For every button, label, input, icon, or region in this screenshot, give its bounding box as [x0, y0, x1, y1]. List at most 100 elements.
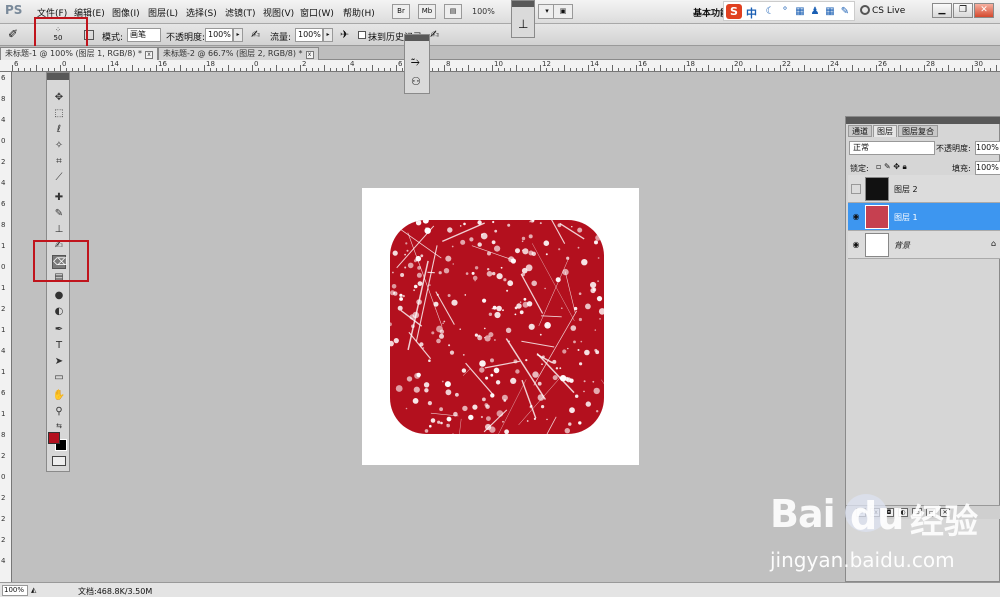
- tab-channels[interactable]: 通道: [848, 125, 872, 137]
- close-icon[interactable]: x: [145, 51, 154, 59]
- eraser-tool-icon[interactable]: ✐: [8, 27, 18, 41]
- zoom-level-field[interactable]: 100%: [2, 585, 28, 596]
- ruler-tick: [828, 65, 829, 71]
- skin-icon[interactable]: ♟: [809, 6, 821, 18]
- grunge-speck: [463, 222, 466, 226]
- tab-layer-comps[interactable]: 图层复合: [898, 125, 938, 137]
- eye-icon[interactable]: ◉: [851, 212, 861, 222]
- ruler-tick-label: 20: [734, 60, 743, 68]
- punctuation-icon[interactable]: °: [779, 6, 791, 18]
- hand-icon[interactable]: ✋: [52, 389, 66, 403]
- grunge-speck: [599, 318, 601, 320]
- wrench-icon[interactable]: ✎: [839, 6, 851, 18]
- watermark-cn: 经验: [910, 502, 978, 542]
- floating-panel-header[interactable]: [405, 35, 429, 41]
- clone-source-icon[interactable]: ⚇: [411, 75, 421, 88]
- brush-presets-icon[interactable]: ⥲: [411, 55, 420, 69]
- grunge-speck: [417, 281, 423, 286]
- menu-view[interactable]: 视图(V): [263, 6, 294, 19]
- blur-icon[interactable]: ●: [52, 289, 66, 303]
- clone-stamp-icon[interactable]: ⊥: [52, 223, 66, 237]
- menu-window[interactable]: 窗口(W): [300, 6, 334, 19]
- cs-live-button[interactable]: CS Live: [872, 6, 905, 16]
- floating-panel-header[interactable]: [512, 1, 534, 7]
- menu-grid-icon[interactable]: ▦: [824, 6, 836, 18]
- tab-document-2[interactable]: 未标题-2 @ 66.7% (图层 2, RGB/8) * x: [158, 47, 319, 60]
- fill-input[interactable]: 100%: [975, 161, 1000, 175]
- minimize-button[interactable]: ▁: [932, 3, 952, 18]
- layer-opacity-input[interactable]: 100%: [975, 141, 1000, 155]
- close-button[interactable]: ✕: [974, 3, 994, 18]
- grunge-speck: [528, 234, 533, 239]
- stamp-icon[interactable]: ⊥: [518, 17, 528, 31]
- grunge-speck: [577, 246, 580, 249]
- lock-icons[interactable]: ▫ ✎ ✥ 🔒︎: [876, 162, 907, 172]
- close-icon[interactable]: x: [305, 51, 314, 59]
- marquee-icon[interactable]: ⬚: [52, 107, 66, 121]
- menu-filter[interactable]: 滤镜(T): [225, 6, 256, 19]
- flow-arrow-icon[interactable]: ▸: [323, 28, 333, 42]
- keyboard-icon[interactable]: ▦: [794, 6, 806, 18]
- grunge-speck: [505, 327, 512, 333]
- flow-label: 流量:: [270, 33, 292, 43]
- mode-select[interactable]: 画笔: [127, 28, 161, 42]
- restore-button[interactable]: ❐: [953, 3, 973, 18]
- eye-icon[interactable]: ◉: [851, 240, 861, 250]
- opacity-input[interactable]: 100%: [205, 28, 233, 42]
- menu-layer[interactable]: 图层(L): [148, 6, 178, 19]
- airbrush-icon[interactable]: ✈: [340, 28, 349, 41]
- pressure-size-icon[interactable]: ✍: [430, 28, 439, 41]
- pressure-opacity-icon[interactable]: ✍: [251, 28, 260, 41]
- grunge-speck: [452, 433, 454, 434]
- moon-icon[interactable]: ☾: [764, 6, 776, 18]
- tab-document-1[interactable]: 未标题-1 @ 100% (图层 1, RGB/8) * x: [0, 47, 159, 60]
- healing-brush-icon[interactable]: ✚: [52, 191, 66, 205]
- crop-icon[interactable]: ⌗: [52, 155, 66, 169]
- tools-panel-header[interactable]: [47, 73, 69, 80]
- zoom-dropdown[interactable]: 100%: [472, 4, 512, 19]
- opacity-arrow-icon[interactable]: ▸: [233, 28, 243, 42]
- swap-colors-icon[interactable]: ⇆: [52, 419, 66, 433]
- grunge-speck: [519, 301, 522, 303]
- status-info-icon[interactable]: ◭: [31, 586, 36, 594]
- grunge-speck: [532, 371, 539, 378]
- zoom-icon[interactable]: ⚲: [52, 405, 66, 419]
- extras-button[interactable]: ▤: [444, 4, 462, 19]
- ruler-tick: [222, 68, 223, 71]
- type-icon[interactable]: T: [52, 339, 66, 353]
- document-canvas[interactable]: [362, 188, 639, 465]
- dodge-icon[interactable]: ◐: [52, 305, 66, 319]
- move-icon[interactable]: ✥: [52, 91, 66, 105]
- pen-icon[interactable]: ✒: [52, 323, 66, 337]
- layers-panel-header[interactable]: [846, 117, 1000, 124]
- foreground-color-swatch[interactable]: [48, 432, 60, 444]
- quick-mask-icon[interactable]: [52, 456, 66, 466]
- menu-help[interactable]: 帮助(H): [343, 6, 375, 19]
- quick-select-icon[interactable]: ✧: [52, 139, 66, 153]
- ruler-tick: [876, 65, 877, 71]
- layer-row-layer1[interactable]: ◉ 图层 1: [848, 203, 1000, 231]
- shape-icon[interactable]: ▭: [52, 371, 66, 385]
- mini-bridge-button[interactable]: Mb: [418, 4, 436, 19]
- document-info[interactable]: 文档:468.8K/3.50M: [78, 586, 152, 597]
- screen-mode-button[interactable]: ▣: [553, 4, 573, 19]
- blend-mode-select[interactable]: 正常: [849, 141, 935, 155]
- bridge-button[interactable]: Br: [392, 4, 410, 19]
- menu-select[interactable]: 选择(S): [186, 6, 217, 19]
- visibility-toggle[interactable]: [851, 184, 861, 194]
- path-select-icon[interactable]: ➤: [52, 355, 66, 369]
- history-checkbox[interactable]: [358, 31, 366, 39]
- lasso-icon[interactable]: ℓ: [52, 123, 66, 137]
- ime-language-toggle[interactable]: 中: [746, 5, 757, 21]
- ruler-tick: [120, 68, 121, 71]
- menu-image[interactable]: 图像(I): [112, 6, 140, 19]
- layer-row-background[interactable]: ◉ 背景 ⌂: [848, 231, 1000, 259]
- tab-layers[interactable]: 图层: [873, 125, 897, 137]
- grunge-speck: [569, 407, 575, 414]
- flow-input[interactable]: 100%: [295, 28, 323, 42]
- brush-icon[interactable]: ✎: [52, 207, 66, 221]
- layer-row-layer2[interactable]: 图层 2: [848, 175, 1000, 203]
- eyedropper-icon[interactable]: ⟋: [52, 171, 66, 185]
- grunge-scratch: [465, 362, 494, 396]
- ime-logo-icon[interactable]: S: [726, 4, 742, 19]
